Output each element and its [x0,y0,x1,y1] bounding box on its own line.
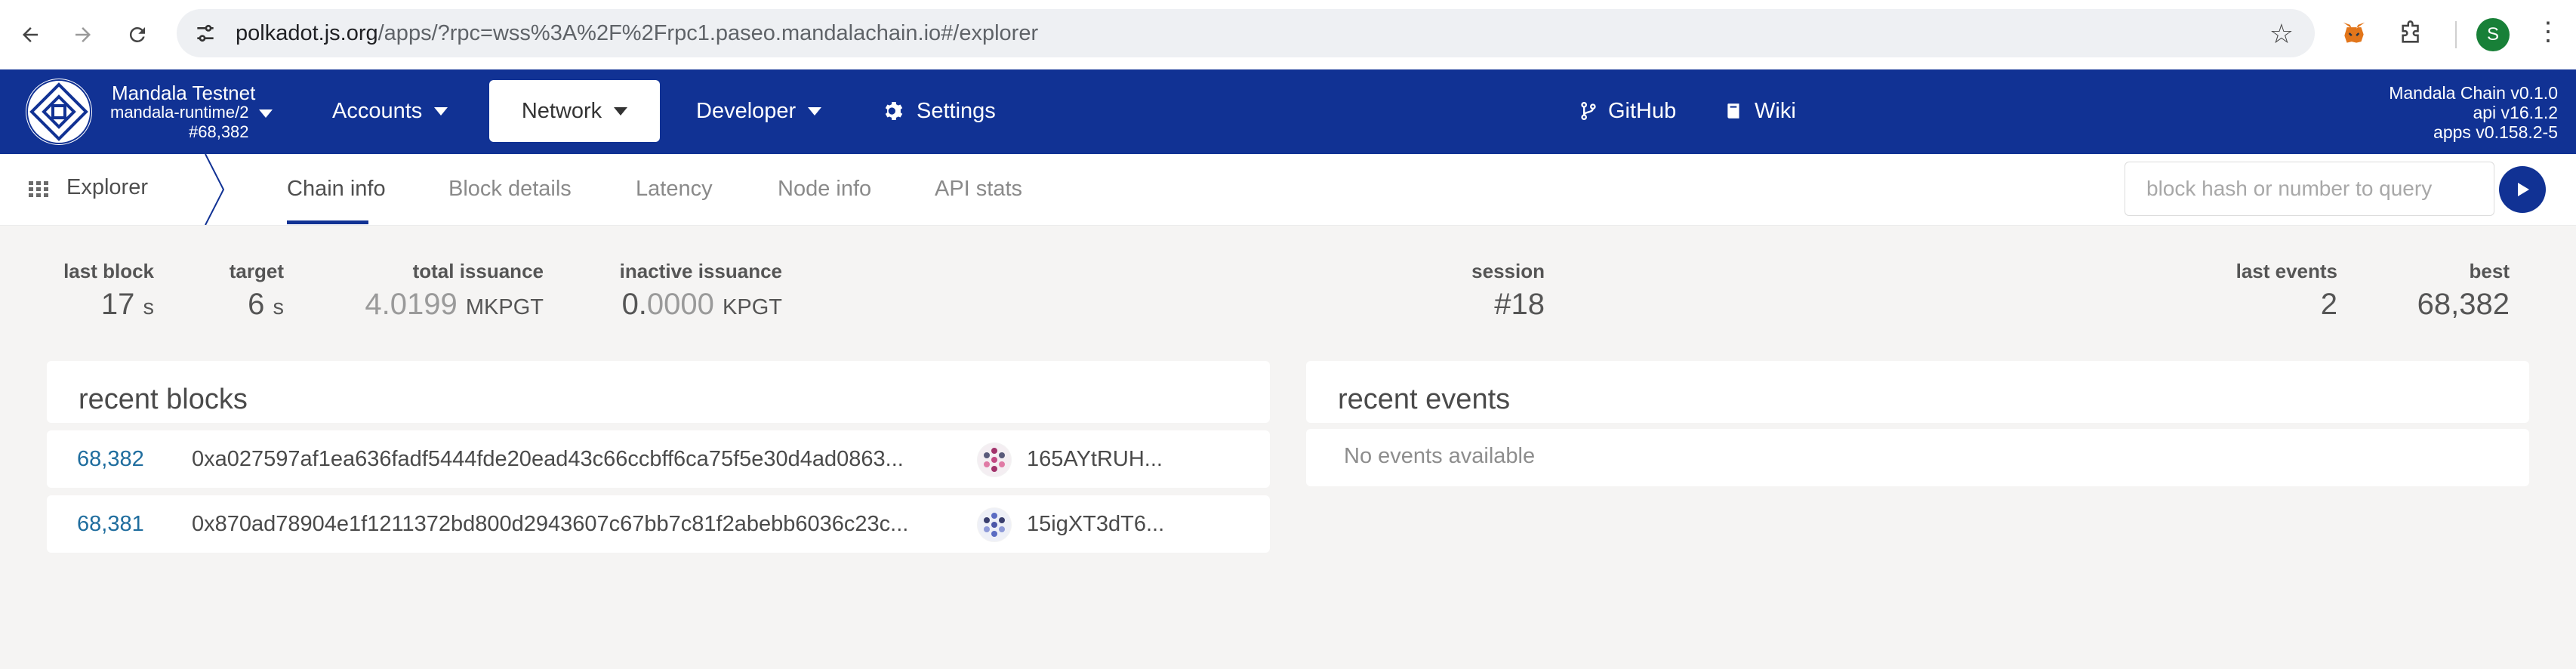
sub-navigation: Explorer Chain info Block details Latenc… [0,154,2576,226]
stat-inactive-issuance: inactive issuance 0.0000 KPGT [620,260,782,322]
nav-developer[interactable]: Developer [696,80,840,142]
chain-version: Mandala Chain v0.1.0 [2389,83,2558,103]
tab-latency[interactable]: Latency [636,177,713,202]
app-header: Mandala Testnet mandala-runtime/2 #68,38… [0,69,2576,154]
tab-node-info[interactable]: Node info [778,177,871,202]
github-link[interactable]: GitHub [1578,80,1684,142]
stat-best: best 68,382 [2417,260,2510,322]
recent-blocks-header: recent blocks [47,361,1270,423]
recent-events-header: recent events [1306,361,2529,423]
block-number-link[interactable]: 68,382 [77,447,144,472]
forward-icon[interactable] [66,18,100,51]
active-tab-indicator [287,220,368,224]
stat-total-issuance: total issuance 4.0199 MKPGT [365,260,544,322]
tab-block-details[interactable]: Block details [448,177,572,202]
list-item: No events available [1306,429,2529,486]
block-hash: 0xa027597af1ea636fadf5444fde20ead43c66cc… [192,447,904,471]
wiki-link[interactable]: Wiki [1724,80,1807,142]
code-branch-icon [1581,101,1596,121]
extensions-puzzle-icon[interactable] [2393,15,2430,51]
browser-toolbar: polkadot.js.org/apps/?rpc=wss%3A%2F%2Frp… [0,0,2576,70]
recent-blocks-title: recent blocks [79,384,248,415]
stat-value: #18 [1494,288,1545,321]
chevron-down-icon [259,109,273,118]
breadcrumb-chevron-icon [205,154,225,225]
reload-icon[interactable] [121,18,154,51]
chain-logo[interactable] [26,79,92,145]
stat-last-block: last block 17 s [63,260,154,322]
stat-label: last block [63,260,154,282]
play-icon [2518,183,2529,196]
nav-settings[interactable]: Settings [882,80,1010,142]
author-identicon-icon[interactable] [977,442,1012,477]
tab-chain-info[interactable]: Chain info [287,177,386,202]
no-events-message: No events available [1344,444,1536,468]
stat-label: inactive issuance [619,260,782,282]
grid-icon [29,181,48,202]
chevron-down-icon [614,106,628,116]
stat-label: target [229,260,284,282]
author-identicon-icon[interactable] [977,507,1012,542]
browser-menu-icon[interactable]: ⋮ [2535,17,2561,47]
nav-network[interactable]: Network [489,80,660,142]
recent-events-title: recent events [1338,384,1511,415]
stat-last-events: last events 2 [2236,260,2337,322]
metamask-extension-icon[interactable] [2336,15,2372,51]
stat-value: 68,382 [2417,288,2510,321]
header-block-number: #68,382 [189,122,249,141]
block-author[interactable]: 15igXT3dT6... [1027,512,1164,537]
section-title-explorer: Explorer [66,175,148,199]
block-author[interactable]: 165AYtRUH... [1027,447,1163,472]
api-version: api v16.1.2 [2473,103,2558,122]
stat-label: session [1471,260,1545,282]
chevron-down-icon [808,106,822,116]
runtime-version[interactable]: mandala-runtime/2 [110,103,273,122]
stat-value: 2 [2320,288,2337,321]
nav-accounts[interactable]: Accounts [332,80,468,142]
stat-value: 4.0199 MKPGT [365,288,544,321]
profile-avatar[interactable]: S [2476,18,2510,51]
address-bar[interactable]: polkadot.js.org/apps/?rpc=wss%3A%2F%2Frp… [177,9,2315,57]
tab-api-stats[interactable]: API stats [935,177,1022,202]
chevron-down-icon [434,106,448,116]
stat-value: 0.0000 KPGT [621,288,782,321]
stat-label: last events [2236,260,2337,282]
chain-name[interactable]: Mandala Testnet [112,82,255,105]
block-number-link[interactable]: 68,381 [77,512,144,537]
toolbar-divider [2455,21,2457,48]
query-submit-button[interactable] [2499,166,2546,213]
stat-session: session #18 [1471,260,1545,322]
stat-label: best [2469,260,2510,282]
stat-value: 17 s [100,288,154,321]
back-icon[interactable] [14,18,47,51]
gear-icon [885,102,903,120]
table-row: 68,381 0x870ad78904e1f1211372bd800d29436… [47,495,1270,553]
table-row: 68,382 0xa027597af1ea636fadf5444fde20ead… [47,430,1270,488]
site-settings-icon[interactable] [192,20,219,47]
stat-value: 6 s [248,288,284,321]
block-hash: 0x870ad78904e1f1211372bd800d2943607c67bb… [192,512,909,536]
url-text: polkadot.js.org/apps/?rpc=wss%3A%2F%2Frp… [236,21,1039,45]
stat-target: target 6 s [230,260,284,322]
block-query-input[interactable] [2125,162,2494,216]
stat-label: total issuance [412,260,544,282]
version-info: Mandala Chain v0.1.0 api v16.1.2 apps v0… [2389,83,2558,142]
bookmark-star-icon[interactable]: ☆ [2269,18,2294,50]
apps-version: apps v0.158.2-5 [2433,122,2558,142]
book-icon [1727,103,1739,119]
